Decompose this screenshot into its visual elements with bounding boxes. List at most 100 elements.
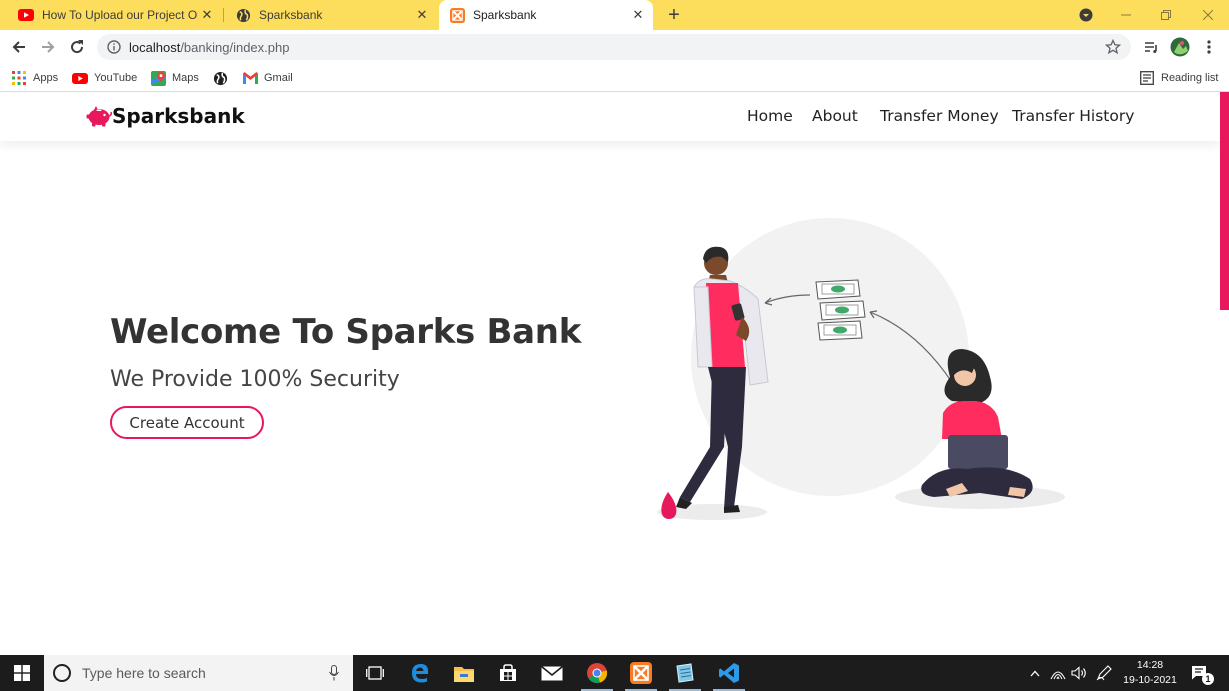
volume-button[interactable] <box>1069 655 1089 691</box>
bookmark-maps[interactable]: Maps <box>150 69 199 87</box>
tab-separator <box>223 8 224 22</box>
create-account-button[interactable]: Create Account <box>110 406 264 439</box>
money-transfer-illustration <box>657 218 1065 520</box>
nav-about[interactable]: About <box>812 107 858 125</box>
start-button[interactable] <box>0 655 44 691</box>
hero-title: Welcome To Sparks Bank <box>110 312 582 352</box>
clock-time: 14:28 <box>1136 659 1164 671</box>
search-icon <box>53 664 71 682</box>
tab-title: Sparksbank <box>259 8 323 22</box>
close-tab-icon[interactable]: ✕ <box>629 6 647 24</box>
taskbar-xampp[interactable] <box>619 655 663 691</box>
bookmark-apps[interactable]: Apps <box>11 69 58 87</box>
url-path: /banking/index.php <box>180 39 290 55</box>
minimize-icon[interactable] <box>1114 0 1138 30</box>
tab-sparksbank-active[interactable]: Sparksbank ✕ <box>439 0 653 30</box>
close-tab-icon[interactable]: ✕ <box>413 6 431 24</box>
brand-name: Sparksbank <box>112 104 245 128</box>
back-icon[interactable] <box>7 35 31 59</box>
mail-icon <box>541 665 563 680</box>
tab-youtube-upload[interactable]: How To Upload our Project Onlin ✕ <box>8 0 222 30</box>
reading-list-icon <box>1139 70 1155 86</box>
pen-workspace-button[interactable] <box>1094 655 1114 691</box>
hero-subtitle: We Provide 100% Security <box>110 367 400 392</box>
taskbar-edge[interactable] <box>398 655 442 691</box>
youtube-icon <box>72 70 88 86</box>
taskbar-vscode[interactable] <box>707 655 751 691</box>
taskbar-notepad[interactable] <box>663 655 707 691</box>
bookmark-label: Apps <box>33 72 59 84</box>
maps-icon <box>150 70 166 86</box>
tab-sparksbank-1[interactable]: Sparksbank ✕ <box>225 0 437 30</box>
nav-home[interactable]: Home <box>747 107 793 125</box>
url-host: localhost <box>129 39 181 55</box>
speaker-icon <box>1071 666 1086 680</box>
chevron-up-icon <box>1030 670 1040 676</box>
task-view-button[interactable] <box>353 655 397 691</box>
notification-count-badge: 1 <box>1202 673 1214 685</box>
bookmark-label: Gmail <box>264 72 293 84</box>
nav-transfer-money[interactable]: Transfer Money <box>880 107 999 125</box>
xampp-icon <box>449 7 465 23</box>
new-tab-button[interactable]: + <box>664 4 684 26</box>
notepad-icon <box>676 663 694 683</box>
reload-icon[interactable] <box>65 35 89 59</box>
tab-title: How To Upload our Project Onlin <box>42 8 198 22</box>
reading-list-button[interactable]: Reading list <box>1139 69 1218 87</box>
site-navbar: Sparksbank Home About Transfer Money Tra… <box>0 92 1220 141</box>
gmail-icon <box>242 70 258 86</box>
menu-kebab-icon[interactable] <box>1197 35 1221 59</box>
bookmark-label: YouTube <box>94 72 138 84</box>
taskbar-mail[interactable] <box>530 655 574 691</box>
tab-strip: How To Upload our Project Onlin ✕ Sparks… <box>0 0 1229 30</box>
site-logo[interactable]: Sparksbank <box>86 104 245 128</box>
taskbar-file-explorer[interactable] <box>442 655 486 691</box>
nav-transfer-history[interactable]: Transfer History <box>1012 107 1134 125</box>
xampp-icon <box>630 662 652 684</box>
media-control-icon[interactable] <box>1139 35 1163 59</box>
vscode-icon <box>719 663 739 683</box>
url-text: localhost/banking/index.php <box>129 40 289 55</box>
close-tab-icon[interactable]: ✕ <box>198 6 216 24</box>
profile-avatar-icon[interactable] <box>1168 35 1192 59</box>
wifi-icon <box>1050 671 1066 680</box>
store-bag-icon <box>500 664 516 681</box>
microphone-icon[interactable] <box>329 665 339 681</box>
taskbar-chrome[interactable] <box>575 655 619 691</box>
network-button[interactable] <box>1048 655 1068 691</box>
browser-toolbar: localhost/banking/index.php <box>0 30 1229 64</box>
bookmark-star-icon[interactable] <box>1104 38 1122 55</box>
clock-date: 19-10-2021 <box>1123 674 1177 686</box>
bookmark-gmail[interactable]: Gmail <box>242 69 293 87</box>
globe-icon <box>235 7 251 23</box>
tab-title: Sparksbank <box>473 8 537 22</box>
globe-icon <box>212 70 228 86</box>
profile-dropdown-icon[interactable] <box>1076 0 1096 30</box>
page-scrollbar-thumb[interactable] <box>1220 92 1229 310</box>
task-view-icon <box>366 666 384 680</box>
close-window-icon[interactable] <box>1196 0 1220 30</box>
bookmark-globe[interactable] <box>212 69 234 87</box>
restore-icon[interactable] <box>1154 0 1178 30</box>
address-bar[interactable]: localhost/banking/index.php <box>97 34 1131 60</box>
search-placeholder: Type here to search <box>82 665 206 681</box>
bookmarks-bar: Apps YouTube Maps Gmail Reading list <box>0 64 1229 92</box>
windows-logo-icon <box>14 665 30 681</box>
edge-icon <box>412 664 429 683</box>
taskbar-search-box[interactable]: Type here to search <box>44 655 353 691</box>
youtube-icon <box>18 7 34 23</box>
forward-icon[interactable] <box>36 35 60 59</box>
taskbar-store[interactable] <box>486 655 530 691</box>
windows-taskbar: Type here to search 14:28 19-10-2021 1 <box>0 655 1229 691</box>
page-viewport: Sparksbank Home About Transfer Money Tra… <box>0 92 1229 655</box>
reading-list-label: Reading list <box>1161 72 1219 84</box>
pen-icon <box>1096 665 1112 681</box>
piggy-bank-icon <box>86 105 112 127</box>
apps-grid-icon <box>11 70 27 86</box>
taskbar-clock[interactable]: 14:28 19-10-2021 <box>1116 658 1184 688</box>
action-center-button[interactable]: 1 <box>1188 655 1214 691</box>
folder-icon <box>454 666 474 682</box>
site-info-icon[interactable] <box>107 40 121 54</box>
show-hidden-icons-button[interactable] <box>1026 655 1044 691</box>
bookmark-youtube[interactable]: YouTube <box>72 69 137 87</box>
